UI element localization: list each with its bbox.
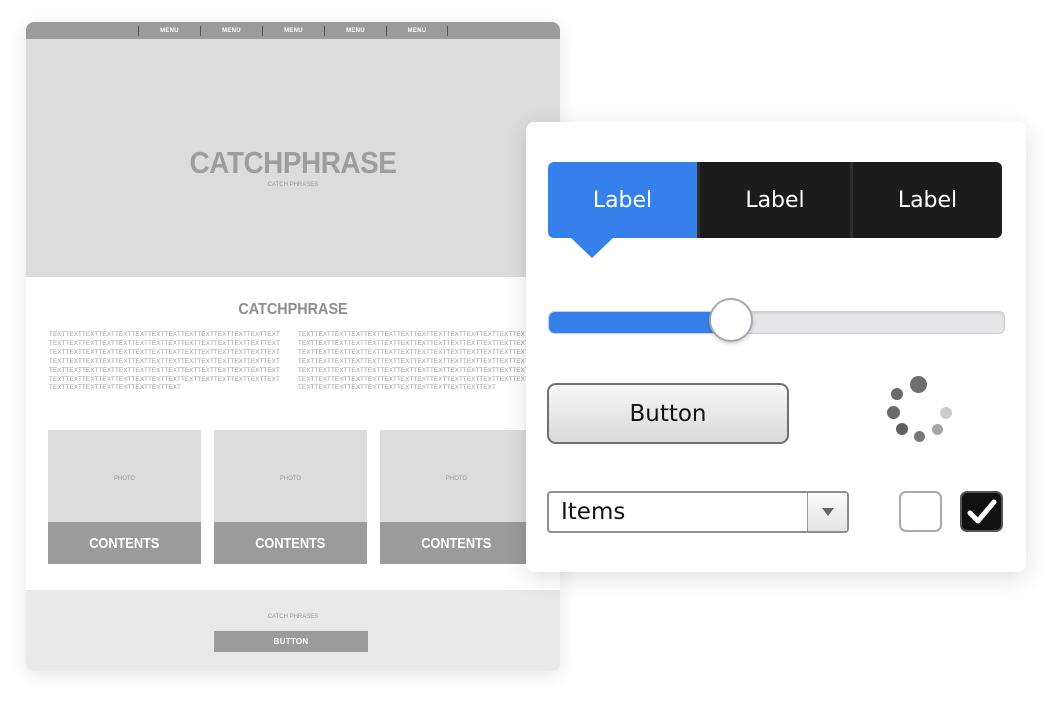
hero-section: CATCHPHRASE CATCH PHRASES bbox=[26, 39, 560, 277]
card-label-bar: CONTENTS bbox=[48, 522, 201, 564]
spinner-dot bbox=[914, 431, 925, 442]
items-select[interactable]: Items bbox=[547, 491, 849, 533]
nav-menu-item[interactable]: MENU bbox=[138, 25, 200, 36]
loading-spinner-icon bbox=[882, 369, 954, 445]
photo-placeholder: PHOTO bbox=[279, 476, 302, 482]
photo-placeholder: PHOTO bbox=[445, 476, 468, 482]
segment-button-1[interactable]: Label bbox=[548, 162, 697, 238]
checkbox-checked[interactable] bbox=[960, 491, 1003, 532]
footer-button[interactable]: BUTTON bbox=[214, 631, 368, 652]
body-text-left: TEXTTEXTTEXTTEXTTEXTTEXTTEXTTEXTTEXTTEXT… bbox=[49, 331, 280, 392]
nav-menu-item[interactable]: MENU bbox=[324, 25, 386, 36]
chevron-down-icon bbox=[821, 508, 834, 516]
card-label: CONTENTS bbox=[255, 534, 326, 552]
segmented-control: Label Label Label bbox=[548, 162, 1002, 258]
spinner-dot bbox=[891, 388, 903, 400]
segment-button-3[interactable]: Label bbox=[850, 162, 1002, 238]
spinner-dot bbox=[940, 407, 952, 419]
nav-menu-item[interactable]: MENU bbox=[262, 25, 324, 36]
check-icon bbox=[967, 499, 996, 523]
card-label-bar: CONTENTS bbox=[214, 522, 367, 564]
slider-handle[interactable] bbox=[708, 298, 753, 342]
spinner-dot bbox=[910, 376, 927, 393]
footer-section: CATCH PHRASES BUTTON bbox=[26, 590, 560, 671]
segment-pointer-icon bbox=[571, 238, 613, 258]
photo-placeholder: PHOTO bbox=[113, 476, 136, 482]
checkbox-unchecked[interactable] bbox=[899, 491, 942, 532]
hero-title: CATCHPHRASE bbox=[189, 145, 397, 180]
card-label: CONTENTS bbox=[421, 534, 492, 552]
slider-fill bbox=[549, 312, 732, 333]
select-arrow[interactable] bbox=[807, 493, 847, 531]
hero-subtitle: CATCH PHRASES bbox=[267, 182, 319, 188]
card-label-bar: CONTENTS bbox=[380, 522, 533, 564]
spinner-dot bbox=[932, 424, 943, 435]
card-label: CONTENTS bbox=[89, 534, 160, 552]
content-card[interactable]: PHOTO CONTENTS bbox=[214, 430, 367, 564]
nav-menu-item[interactable]: MENU bbox=[386, 25, 448, 36]
spinner-dot bbox=[887, 406, 900, 419]
segment-button-2[interactable]: Label bbox=[697, 162, 850, 238]
content-card[interactable]: PHOTO CONTENTS bbox=[380, 430, 533, 564]
wireframe-nav: MENU MENU MENU MENU MENU bbox=[26, 22, 560, 39]
select-value: Items bbox=[561, 499, 626, 525]
primary-button[interactable]: Button bbox=[547, 383, 789, 444]
spinner-dot bbox=[896, 423, 908, 435]
ui-kit-panel: Label Label Label Button Items bbox=[526, 122, 1026, 572]
footer-subtitle: CATCH PHRASES bbox=[267, 614, 319, 620]
content-card[interactable]: PHOTO CONTENTS bbox=[48, 430, 201, 564]
wireframe-page: MENU MENU MENU MENU MENU CATCHPHRASE CAT… bbox=[26, 22, 560, 671]
body-text-right: TEXTTEXTTEXTTEXTTEXTTEXTTEXTTEXTTEXTTEXT… bbox=[298, 331, 529, 392]
nav-menu-item[interactable]: MENU bbox=[200, 25, 262, 36]
slider-track[interactable] bbox=[548, 311, 1005, 334]
section-title: CATCHPHRASE bbox=[238, 301, 348, 318]
